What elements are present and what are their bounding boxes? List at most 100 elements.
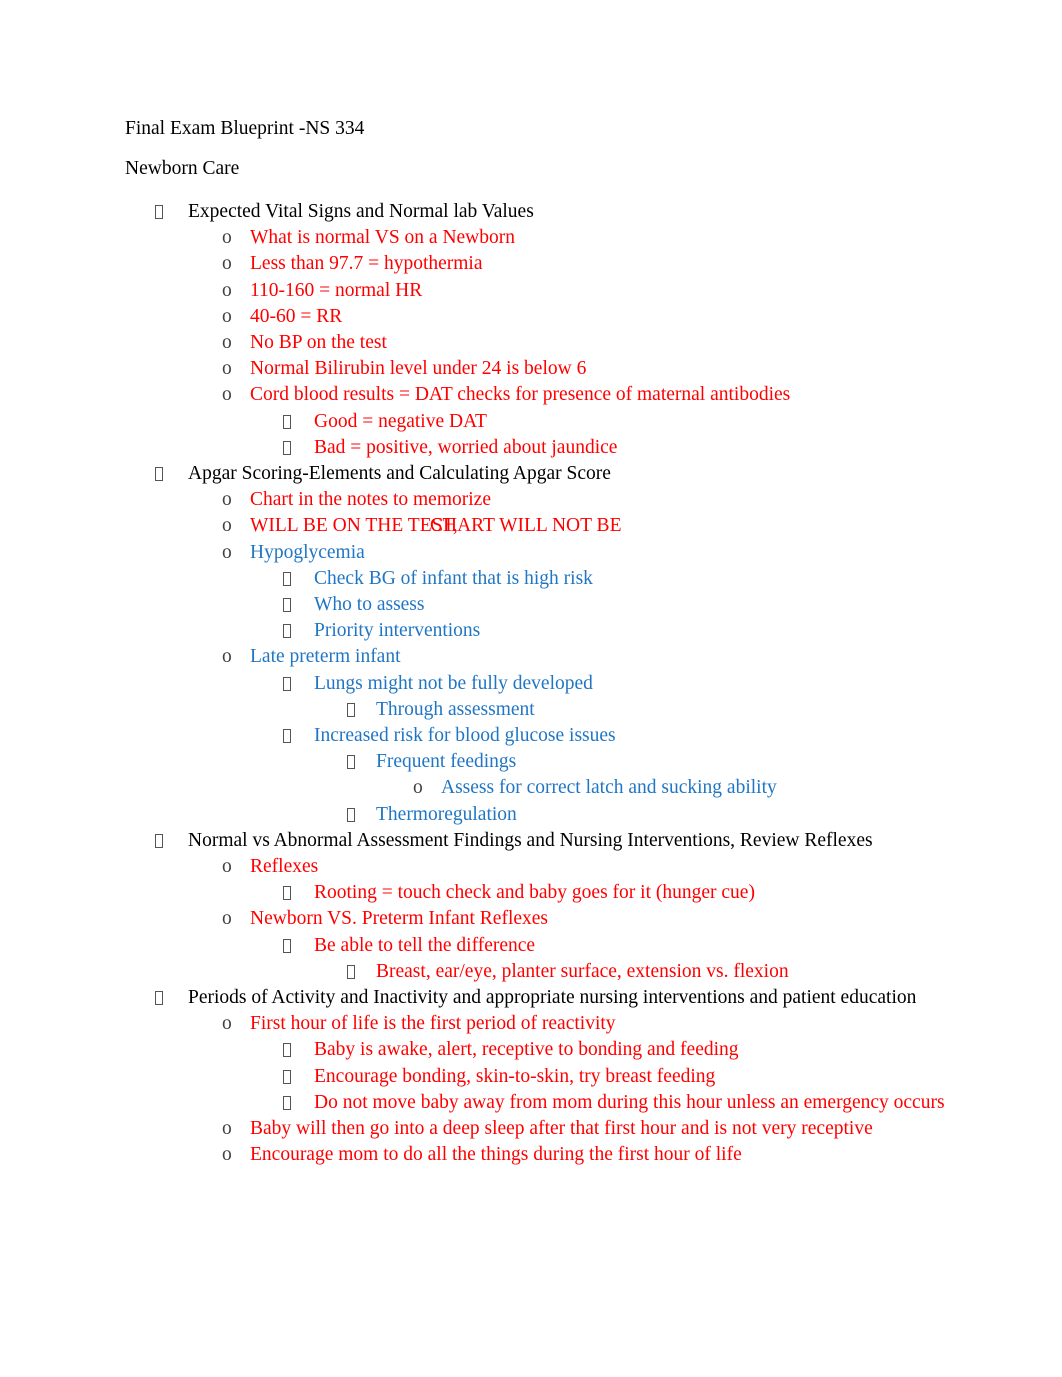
overlapping-text-run-b: CHART WILL NOT BE — [430, 515, 622, 537]
outline-item-level-4: Breast, ear/eye, planter surface, extens… — [125, 959, 985, 985]
bullet-marker-o-icon: o — [222, 541, 232, 563]
outline-item-text: Chart in the notes to memorize — [250, 489, 491, 511]
tofu-box-icon — [347, 807, 355, 822]
outline-item-level-3: Do not move baby away from mom during th… — [125, 1090, 985, 1116]
outline-item-text: Bad = positive, worried about jaundice — [314, 436, 618, 458]
outline-item-level-3: Increased risk for blood glucose issues — [125, 723, 985, 749]
outline-item-level-1: Normal vs Abnormal Assessment Findings a… — [125, 828, 985, 854]
document-title: Final Exam Blueprint -NS 334 — [125, 118, 365, 139]
outline-item-text: Periods of Activity and Inactivity and a… — [188, 987, 917, 1009]
bullet-marker-box-icon — [347, 697, 355, 723]
overlapping-text-run-a: WILL BE ON THE TEST, — [250, 515, 458, 537]
outline-item-level-2: o 40-60 = RR — [125, 304, 985, 330]
tofu-box-icon — [283, 886, 291, 901]
outline-item-level-2: o Normal Bilirubin level under 24 is belo… — [125, 356, 985, 382]
tofu-box-icon — [283, 571, 291, 586]
outline-item-level-2: o Newborn VS. Preterm Infant Reflexes — [125, 906, 985, 932]
outline-item-level-2: o Less than 97.7 = hypothermia — [125, 251, 985, 277]
outline-item-level-3: Good = negative DAT — [125, 409, 985, 435]
outline-item-text: Hypoglycemia — [250, 541, 365, 563]
outline-item-level-3: Lungs might not be fully developed — [125, 671, 985, 697]
outline-item-level-1: Periods of Activity and Inactivity and a… — [125, 985, 985, 1011]
outline-item-text: Assess for correct latch and sucking abi… — [441, 777, 777, 799]
tofu-box-icon — [347, 964, 355, 979]
tofu-box-icon — [155, 205, 163, 219]
bullet-marker-o-icon: o — [222, 1013, 232, 1035]
outline-item-text: Apgar Scoring-Elements and Calculating A… — [188, 463, 611, 485]
outline-item-text: Check BG of infant that is high risk — [314, 567, 593, 589]
outline-item-text: Priority interventions — [314, 620, 481, 642]
outline-item-text: Increased risk for blood glucose issues — [314, 725, 616, 747]
tofu-box-icon — [283, 598, 291, 613]
outline-item-level-4: Through assessment — [125, 697, 985, 723]
tofu-box-icon — [283, 1069, 291, 1084]
outline-item-text: Through assessment — [376, 698, 535, 720]
bullet-marker-box-icon — [283, 566, 291, 592]
outline-item-level-2: o Reflexes — [125, 854, 985, 880]
outline-item-level-4: Thermoregulation — [125, 802, 985, 828]
outline-item-level-3: Who to assess — [125, 592, 985, 618]
outline-item-text: Cord blood results = DAT checks for pres… — [250, 384, 791, 406]
outline-item-text: Rooting = touch check and baby goes for … — [314, 882, 755, 904]
outline-item-level-2: o What is normal VS on a Newborn — [125, 225, 985, 251]
bullet-marker-o-icon: o — [222, 332, 232, 354]
outline-item-level-3: Be able to tell the difference — [125, 933, 985, 959]
bullet-marker-box-icon — [347, 749, 355, 775]
tofu-box-icon — [283, 414, 291, 429]
bullet-marker-box-icon — [283, 618, 291, 644]
tofu-box-icon — [283, 938, 291, 953]
bullet-marker-box-icon — [155, 828, 163, 854]
outline-item-text: What is normal VS on a Newborn — [250, 227, 516, 249]
bullet-marker-box-icon — [283, 409, 291, 435]
outline-item-level-2: o 110-160 = normal HR — [125, 278, 985, 304]
bullet-marker-box-icon — [283, 1037, 291, 1063]
outline-item-level-2: o Hypoglycemia — [125, 540, 985, 566]
outline-item-level-2: o Baby will then go into a deep sleep aft… — [125, 1116, 985, 1142]
bullet-marker-o-icon: o — [222, 279, 232, 301]
bullet-marker-box-icon — [155, 461, 163, 487]
outline-item-level-2-overlapping: o WILL BE ON THE TEST, CHART WILL NOT BE — [125, 513, 985, 539]
outline-item-level-3: Baby is awake, alert, receptive to bondi… — [125, 1037, 985, 1063]
outline-item-text: Baby is awake, alert, receptive to bondi… — [314, 1039, 739, 1061]
bullet-marker-o-icon: o — [222, 489, 232, 511]
bullet-marker-o-icon: o — [222, 305, 232, 327]
tofu-box-icon — [283, 440, 291, 455]
outline-item-text: Frequent feedings — [376, 751, 517, 773]
outline-item-text: Newborn VS. Preterm Infant Reflexes — [250, 908, 549, 930]
outline-item-text: Reflexes — [250, 856, 319, 878]
outline-item-level-2: o Encourage mom to do all the things duri… — [125, 1142, 985, 1168]
outline-item-level-4: Frequent feedings — [125, 749, 985, 775]
document-page: Final Exam Blueprint -NS 334 Newborn Car… — [0, 0, 1062, 1377]
bullet-marker-o-icon: o — [222, 384, 232, 406]
tofu-box-icon — [347, 755, 355, 770]
outline-list: Expected Vital Signs and Normal lab Valu… — [125, 199, 985, 1169]
bullet-marker-o-icon: o — [222, 358, 232, 380]
bullet-marker-box-icon — [283, 723, 291, 749]
outline-item-level-5: o Assess for correct latch and sucking ab… — [125, 775, 985, 801]
outline-item-level-1: Apgar Scoring-Elements and Calculating A… — [125, 461, 985, 487]
outline-item-text: Lungs might not be fully developed — [314, 672, 593, 694]
outline-item-text: Normal vs Abnormal Assessment Findings a… — [188, 829, 873, 851]
outline-item-text: Thermoregulation — [376, 803, 517, 825]
bullet-marker-box-icon — [347, 959, 355, 985]
bullet-marker-box-icon — [283, 435, 291, 461]
tofu-box-icon — [347, 702, 355, 717]
outline-item-level-3: Encourage bonding, skin-to-skin, try bre… — [125, 1064, 985, 1090]
outline-item-text: 110-160 = normal HR — [250, 279, 423, 301]
outline-item-text: Be able to tell the difference — [314, 934, 536, 956]
outline-item-text: Expected Vital Signs and Normal lab Valu… — [188, 201, 534, 222]
bullet-marker-box-icon — [155, 199, 163, 225]
bullet-marker-o-icon: o — [222, 646, 232, 668]
outline-item-text: Do not move baby away from mom during th… — [314, 1091, 945, 1113]
outline-item-level-2: o Late preterm infant — [125, 644, 985, 670]
bullet-marker-o-icon: o — [222, 1118, 232, 1140]
document-body: Final Exam Blueprint -NS 334 Newborn Car… — [125, 119, 985, 1169]
tofu-box-icon — [155, 833, 163, 848]
tofu-box-icon — [155, 991, 163, 1006]
tofu-box-icon — [283, 676, 291, 691]
bullet-marker-o-icon: o — [222, 1144, 232, 1166]
bullet-marker-o-icon: o — [222, 908, 232, 930]
bullet-marker-o-icon: o — [222, 856, 232, 878]
outline-item-text: Baby will then go into a deep sleep afte… — [250, 1118, 873, 1140]
bullet-marker-o-icon: o — [413, 777, 423, 799]
